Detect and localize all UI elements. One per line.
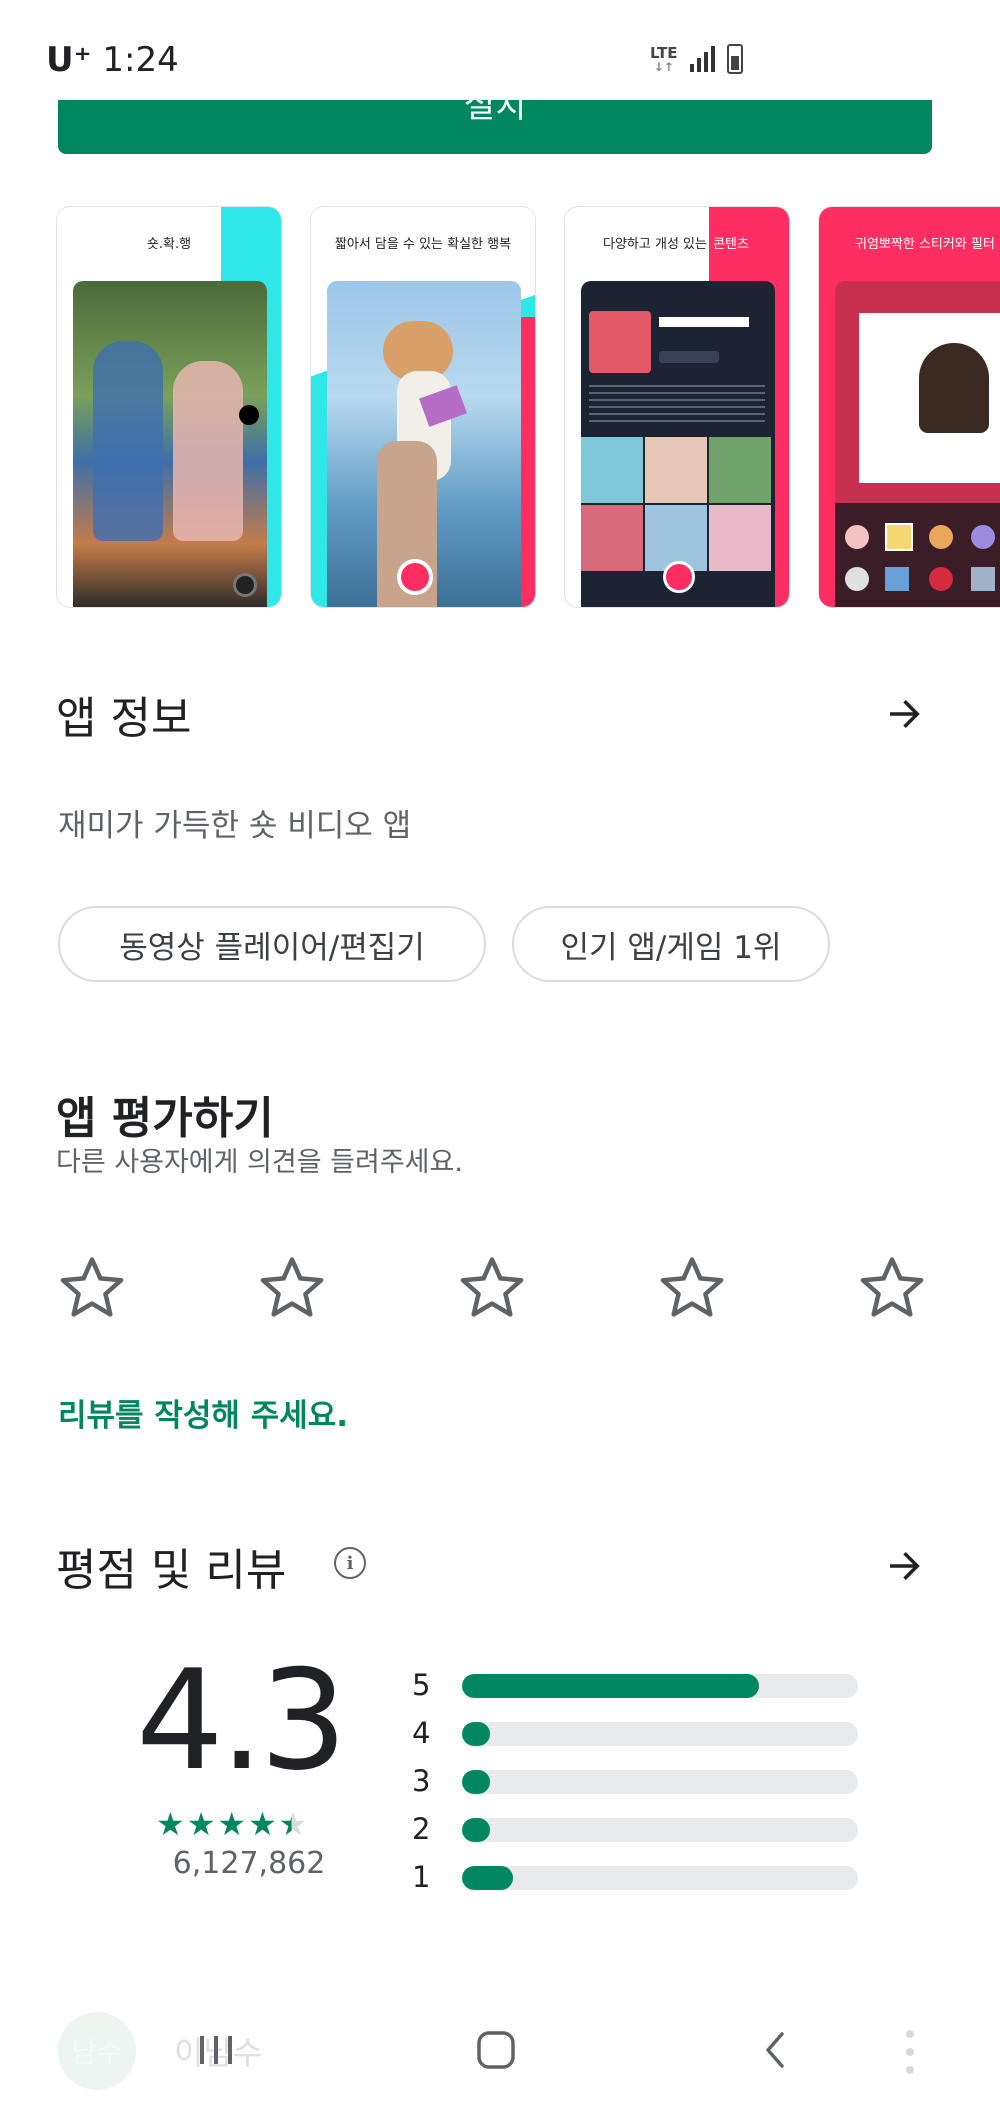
histogram-track [462, 1818, 858, 1842]
screenshot-1[interactable]: 숏.확.행 [56, 206, 282, 608]
histogram-label: 1 [412, 1860, 431, 1894]
about-title: 앱 정보 [56, 693, 192, 744]
histogram-row-5: 5 [412, 1664, 872, 1712]
star-filled-icon: ★ [248, 1805, 277, 1843]
histogram-label: 5 [412, 1668, 431, 1702]
home-icon [477, 2031, 515, 2069]
rate-star-5[interactable] [856, 1252, 928, 1324]
screenshot-2[interactable]: 짧아서 담을 수 있는 확실한 행복 [310, 206, 536, 608]
histogram-label: 4 [412, 1716, 431, 1750]
rating-stars-input [56, 1252, 936, 1324]
rate-app-subtitle: 다른 사용자에게 의견을 들려주세요. [56, 1147, 463, 1178]
screenshot-image [327, 281, 521, 607]
recents-button[interactable] [176, 2020, 256, 2080]
rate-star-2[interactable] [256, 1252, 328, 1324]
screenshot-caption: 귀염뽀짝한 스티커와 필터 [855, 237, 995, 252]
screenshot-image [835, 281, 1000, 607]
rating-histogram: 5 4 3 2 1 [412, 1664, 872, 1904]
histogram-label: 3 [412, 1764, 431, 1798]
install-button[interactable]: 설치 [58, 96, 932, 154]
star-partial-icon: ★ [278, 1805, 308, 1843]
tag-chip-ranking[interactable]: 인기 앱/게임 1위 [512, 906, 830, 982]
write-review-link[interactable]: 리뷰를 작성해 주세요. [58, 1390, 348, 1435]
arrow-right-icon [890, 700, 920, 728]
star-outline-icon [460, 1257, 524, 1317]
histogram-row-4: 4 [412, 1712, 872, 1760]
rate-star-4[interactable] [656, 1252, 728, 1324]
star-outline-icon [860, 1257, 924, 1317]
ratings-arrow-button[interactable] [876, 1538, 932, 1594]
screenshot-caption: 숏.확.행 [146, 237, 192, 252]
info-icon[interactable]: i [334, 1547, 366, 1579]
rate-star-1[interactable] [56, 1252, 128, 1324]
more-dots-icon [900, 2030, 920, 2074]
histogram-bar [462, 1818, 490, 1842]
system-nav-bar [0, 1990, 1000, 2113]
lte-icon: LTE ↓↑ [650, 43, 678, 74]
histogram-bar [462, 1722, 490, 1746]
screenshot-caption: 짧아서 담을 수 있는 확실한 행복 [334, 237, 512, 252]
rate-star-3[interactable] [456, 1252, 528, 1324]
status-left: U⁺ 1:24 [46, 40, 179, 80]
histogram-bar [462, 1674, 759, 1698]
home-button[interactable] [456, 2020, 536, 2080]
ratings-title: 평점 및 리뷰 [56, 1545, 287, 1596]
star-filled-icon: ★ [186, 1805, 216, 1843]
screenshot-3[interactable]: 다양하고 개성 있는 콘텐츠 [564, 206, 790, 608]
install-button-label: 설치 [463, 96, 527, 126]
histogram-track [462, 1866, 858, 1890]
app-description: 재미가 가득한 숏 비디오 앱 [58, 808, 412, 844]
arrow-right-icon [890, 1552, 920, 1580]
battery-icon [726, 44, 743, 74]
carrier-label: U⁺ [46, 40, 92, 80]
histogram-bar [462, 1770, 490, 1794]
back-button[interactable] [736, 2020, 816, 2080]
histogram-track [462, 1770, 858, 1794]
status-icons: LTE ↓↑ [650, 44, 743, 74]
histogram-row-2: 2 [412, 1808, 872, 1856]
screenshot-image [73, 281, 267, 607]
status-bar: U⁺ 1:24 LTE ↓↑ [0, 0, 1000, 100]
average-rating-stars: ★ ★ ★ ★ ★ [156, 1808, 307, 1840]
record-button-graphic [397, 559, 433, 595]
screenshot-image [581, 281, 775, 607]
tag-chip-category[interactable]: 동영상 플레이어/편집기 [58, 906, 486, 982]
star-filled-icon: ★ [217, 1805, 247, 1843]
network-label: LTE [650, 43, 678, 62]
screenshot-caption: 다양하고 개성 있는 콘텐츠 [603, 237, 751, 252]
histogram-row-3: 3 [412, 1760, 872, 1808]
signal-icon [689, 46, 715, 72]
back-icon [766, 2032, 784, 2068]
average-rating: 4.3 [136, 1640, 347, 1801]
histogram-track [462, 1722, 858, 1746]
star-outline-icon [260, 1257, 324, 1317]
star-outline-icon [660, 1257, 724, 1317]
star-outline-icon [60, 1257, 124, 1317]
review-count: 6,127,862 [172, 1846, 326, 1881]
histogram-bar [462, 1866, 514, 1890]
recents-icon [200, 2036, 232, 2064]
screenshot-4[interactable]: 귀염뽀짝한 스티커와 필터 [818, 206, 1000, 608]
histogram-label: 2 [412, 1812, 431, 1846]
rate-app-title: 앱 평가하기 [56, 1093, 274, 1144]
star-filled-icon: ★ [156, 1805, 185, 1843]
about-arrow-button[interactable] [876, 686, 932, 742]
screenshot-carousel[interactable]: 숏.확.행 짧아서 담을 수 있는 확실한 행복 다양하고 개성 있는 콘텐츠 [56, 206, 1000, 608]
histogram-track [462, 1674, 858, 1698]
histogram-row-1: 1 [412, 1856, 872, 1904]
clock: 1:24 [102, 40, 179, 80]
